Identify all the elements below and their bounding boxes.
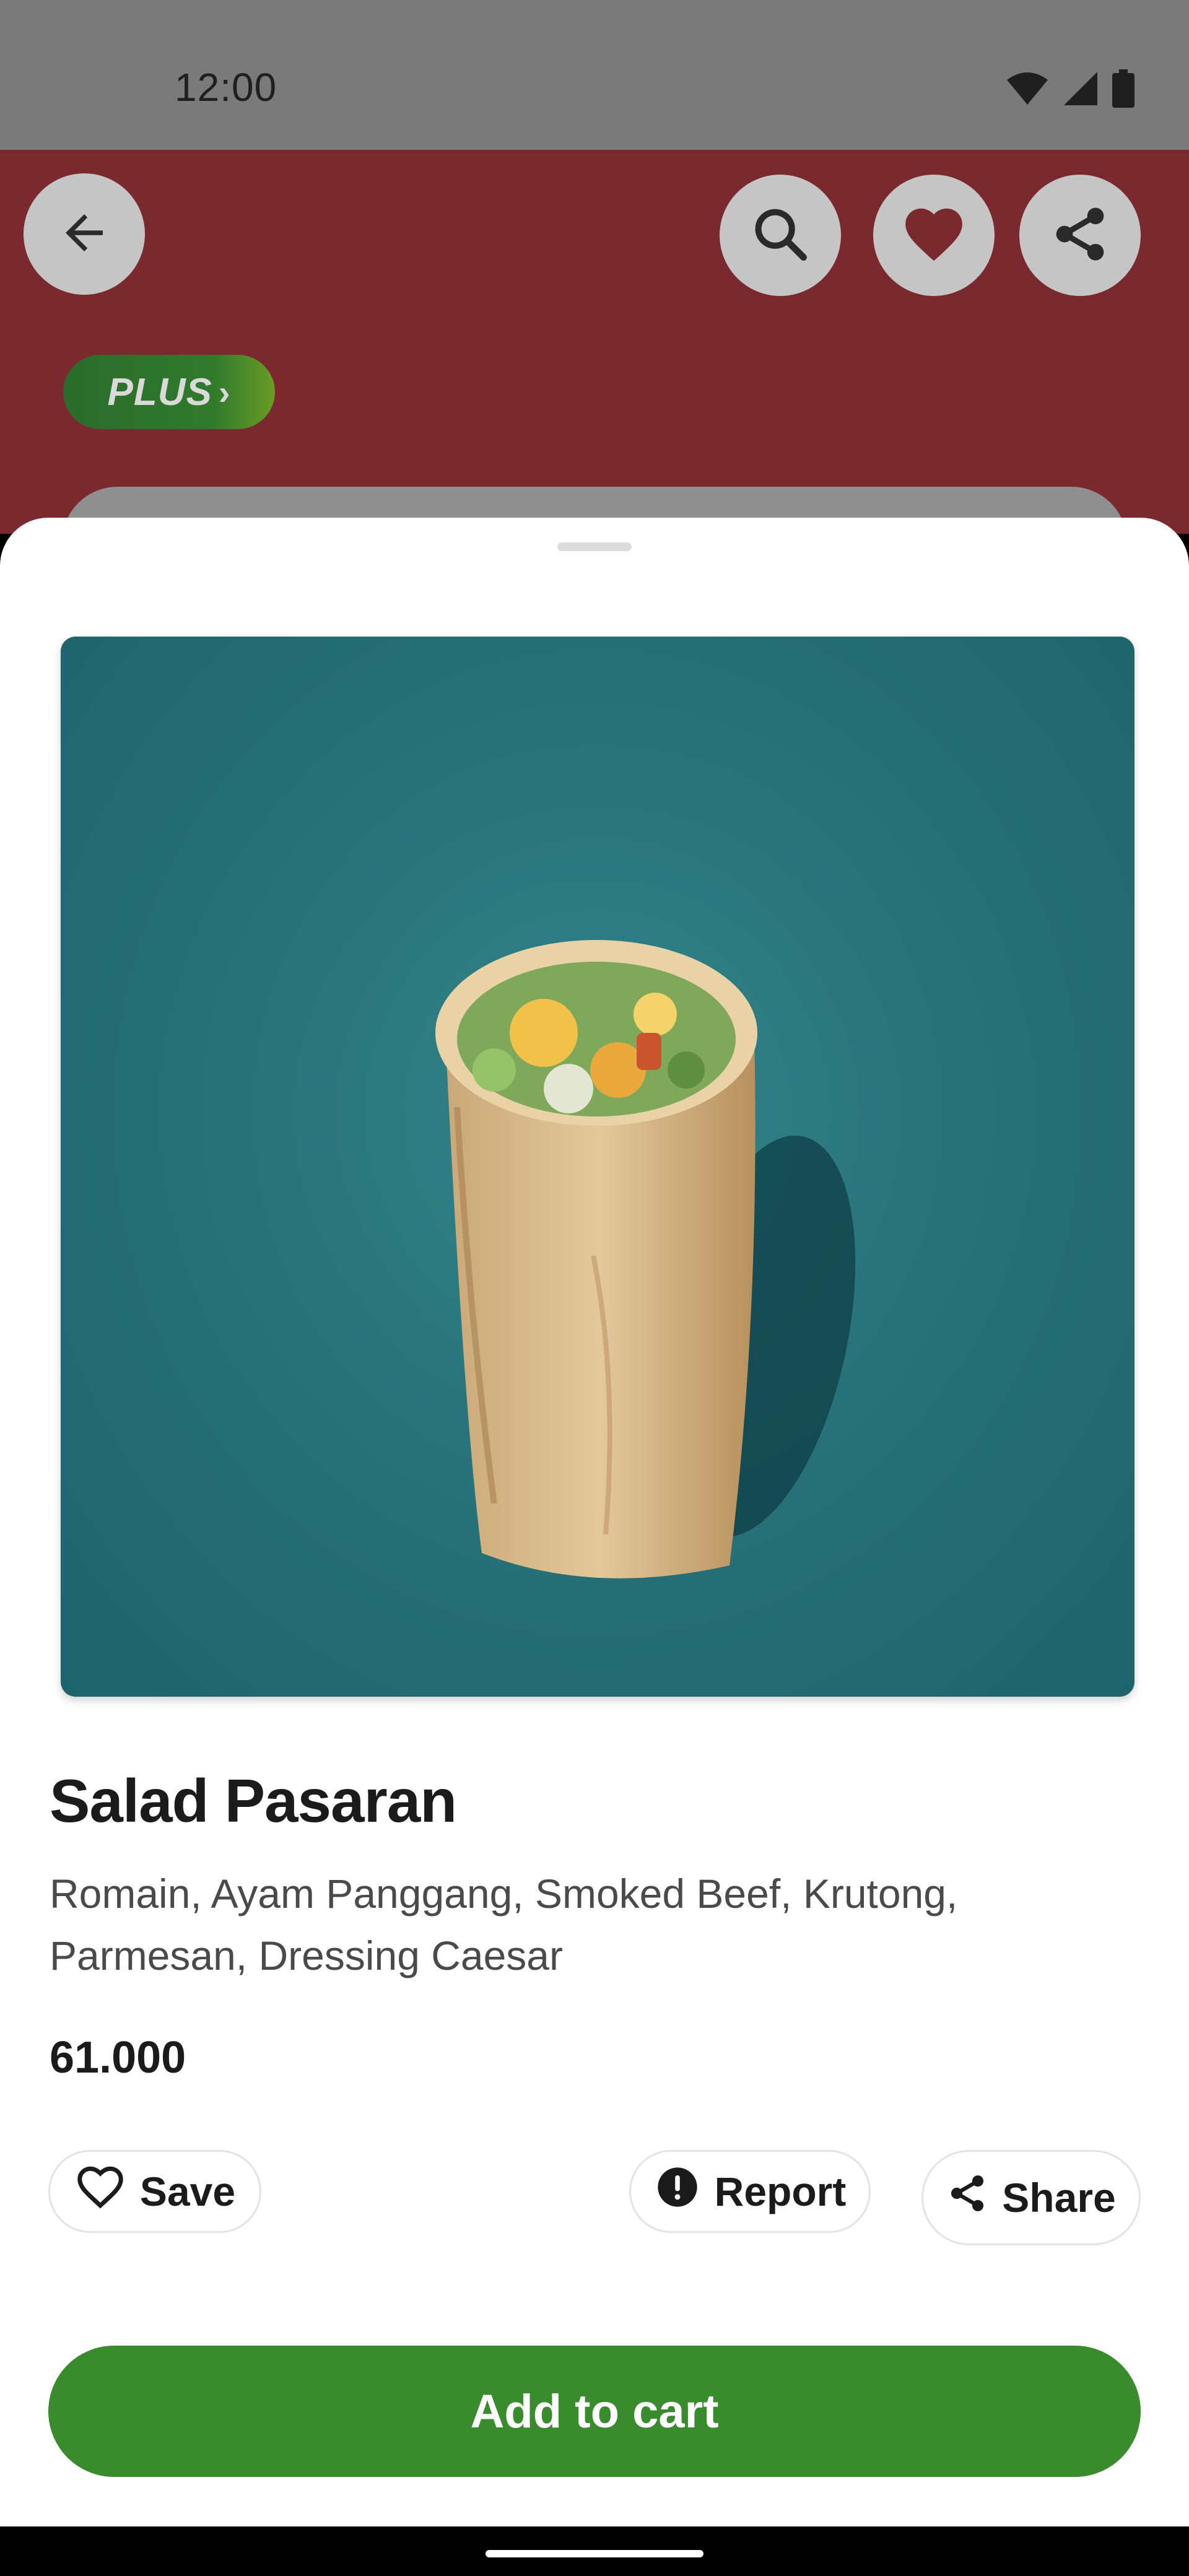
share-icon	[1049, 203, 1111, 268]
signal-icon	[1063, 71, 1099, 110]
product-description: Romain, Ayam Panggang, Smoked Beef, Krut…	[50, 1871, 958, 1978]
heart-filled-icon	[900, 200, 968, 271]
save-button[interactable]: Save	[48, 2150, 261, 2233]
status-icons	[1006, 69, 1135, 111]
wifi-icon	[1006, 71, 1049, 109]
report-button[interactable]: Report	[629, 2150, 871, 2233]
product-bottom-sheet: Salad Pasaran Romain, Ayam Panggang, Smo…	[0, 518, 1189, 2526]
status-bar: 12:00	[0, 0, 1189, 150]
restaurant-header: PLUS ›	[0, 150, 1189, 611]
chevron-right-icon: ›	[218, 372, 231, 412]
home-indicator[interactable]	[486, 2550, 703, 2557]
plus-badge[interactable]: PLUS ›	[63, 355, 275, 429]
favorite-button[interactable]	[873, 175, 995, 296]
report-label: Report	[714, 2169, 847, 2214]
search-icon	[749, 203, 811, 268]
search-button[interactable]	[720, 175, 841, 296]
product-price: 61.000	[50, 2033, 186, 2082]
status-time: 12:00	[175, 65, 277, 110]
product-title: Salad Pasaran	[50, 1767, 457, 1835]
add-to-cart-button[interactable]: Add to cart	[48, 2346, 1141, 2477]
sheet-drag-handle[interactable]	[557, 542, 632, 551]
battery-icon	[1112, 69, 1135, 111]
heart-outline-icon	[74, 2161, 126, 2222]
plus-label: PLUS	[107, 370, 212, 414]
share-button[interactable]: Share	[921, 2150, 1141, 2245]
product-image	[61, 637, 1135, 1697]
back-arrow-icon	[56, 205, 112, 264]
share-header-button[interactable]	[1019, 175, 1141, 296]
back-button[interactable]	[24, 173, 145, 295]
alert-circle-icon	[654, 2164, 701, 2220]
share-icon	[946, 2172, 988, 2224]
save-label: Save	[139, 2169, 236, 2214]
share-label: Share	[1002, 2175, 1116, 2221]
